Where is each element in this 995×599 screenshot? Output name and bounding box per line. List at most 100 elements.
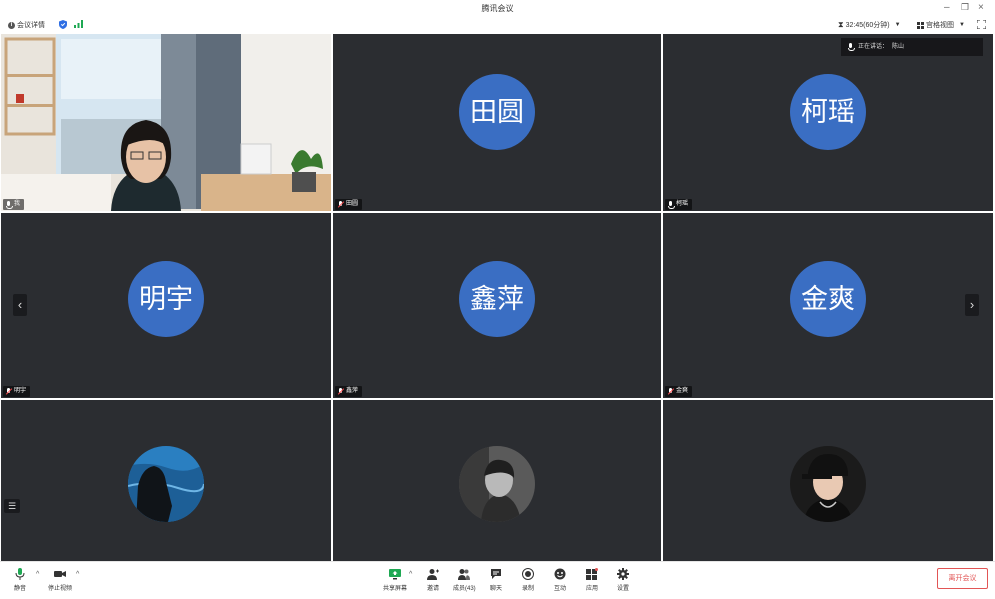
close-button[interactable]: × <box>978 2 984 13</box>
video-tile[interactable] <box>663 400 993 561</box>
meeting-info-label: 会议详情 <box>17 22 45 29</box>
record-icon <box>522 568 534 580</box>
share-screen-label: 共享屏幕 <box>383 586 408 592</box>
chevron-down-icon: ▼ <box>894 22 901 28</box>
interact-button[interactable]: 互动 <box>554 568 566 592</box>
duration-label: 32:45(60分钟) <box>845 22 890 29</box>
mic-muted-icon <box>337 387 345 396</box>
restore-button[interactable]: ❐ <box>961 2 969 13</box>
record-label: 录制 <box>522 586 535 592</box>
hourglass-icon: ⧗ <box>838 20 844 29</box>
prev-page-button[interactable]: ‹ <box>13 294 27 316</box>
video-tile[interactable] <box>1 400 331 561</box>
video-tile[interactable] <box>333 400 661 561</box>
speaking-indicator: 正在讲话： 陈山 <box>841 38 983 56</box>
minimize-button[interactable]: – <box>944 2 950 13</box>
members-button[interactable]: 成员(43) <box>453 568 476 592</box>
members-label: 成员(43) <box>453 586 476 592</box>
chevron-down-icon: ▼ <box>959 22 965 28</box>
grid-view-icon <box>917 21 924 29</box>
fullscreen-button[interactable] <box>977 20 986 29</box>
chat-label: 聊天 <box>490 586 503 592</box>
video-tile[interactable]: 明宇 明宇 <box>1 213 331 398</box>
top-toolbar: i 会议详情 ⧗ 32:45(60分钟) ▼ 宫格视图 ▼ <box>0 16 995 34</box>
fullscreen-icon <box>977 20 986 29</box>
video-tile[interactable]: 鑫萍 鑫萍 <box>333 213 661 398</box>
interact-label: 互动 <box>554 586 567 592</box>
record-button[interactable]: 录制 <box>522 568 534 592</box>
stop-video-label: 停止视频 <box>48 586 73 592</box>
mic-muted-icon <box>5 387 13 396</box>
view-label: 宫格视图 <box>926 22 954 29</box>
leave-meeting-button[interactable]: 离开会议 <box>937 568 988 589</box>
chat-button[interactable]: 聊天 <box>490 568 502 592</box>
participant-name: 金爽 <box>676 388 689 394</box>
camera-feed-image <box>1 34 331 211</box>
invite-button[interactable]: 邀请 <box>427 568 439 592</box>
add-person-icon <box>427 569 439 580</box>
mute-label: 静音 <box>14 586 27 592</box>
video-tile[interactable]: 柯瑶 柯瑶 <box>663 34 993 211</box>
microphone-icon <box>15 568 25 580</box>
shield-icon <box>59 20 67 29</box>
gear-icon <box>617 568 629 580</box>
share-screen-button[interactable]: 共享屏幕 <box>383 568 407 592</box>
next-page-button[interactable]: › <box>965 294 979 316</box>
apps-button[interactable]: 应用 <box>586 568 598 592</box>
video-tile-self[interactable]: 我 <box>1 34 331 211</box>
participant-nametag: 我 <box>3 199 25 210</box>
avatar-photo <box>790 446 866 522</box>
participant-nametag: 鑫萍 <box>335 386 363 397</box>
avatar: 柯瑶 <box>790 74 866 150</box>
apps-icon <box>586 568 598 580</box>
speaking-label: 正在讲话： <box>858 44 889 50</box>
window-title: 腾讯会议 <box>481 4 514 13</box>
meeting-info-button[interactable]: i 会议详情 <box>8 20 45 30</box>
participant-name: 鑫萍 <box>346 388 359 394</box>
participant-name: 田圆 <box>346 201 359 207</box>
mic-icon <box>667 200 675 209</box>
settings-label: 设置 <box>617 586 630 592</box>
network-button[interactable] <box>74 20 83 28</box>
participant-name: 柯瑶 <box>676 201 689 207</box>
avatar-photo <box>459 446 535 522</box>
portrait-cap-icon <box>790 446 866 522</box>
bottom-control-bar: 静音 ^ 停止视频 ^ 共享屏幕 ^ 邀请 成员(43) 聊天 录制 互动 应用… <box>0 561 995 599</box>
list-view-button[interactable]: ☰ <box>4 499 20 513</box>
mute-button[interactable]: 静音 <box>14 568 26 592</box>
participant-nametag: 柯瑶 <box>665 199 693 210</box>
settings-button[interactable]: 设置 <box>617 568 629 592</box>
stop-video-button[interactable]: 停止视频 <box>48 568 72 592</box>
caret-up-icon[interactable]: ^ <box>36 571 39 578</box>
view-dropdown[interactable]: 宫格视图 ▼ <box>917 20 965 30</box>
video-camera-icon <box>54 571 66 577</box>
mic-muted-icon <box>337 200 345 209</box>
participant-name: 我 <box>14 201 21 207</box>
participant-nametag: 金爽 <box>665 386 693 397</box>
signal-icon <box>74 20 83 28</box>
info-icon: i <box>8 21 15 29</box>
speaking-names: 陈山 <box>892 44 905 50</box>
members-icon <box>458 569 471 580</box>
caret-up-icon[interactable]: ^ <box>409 571 412 578</box>
video-grid: 我 田圆 田圆 柯瑶 柯瑶 明宇 明宇 鑫萍 鑫萍 金爽 金爽 <box>1 34 993 561</box>
avatar: 金爽 <box>790 261 866 337</box>
avatar-photo <box>128 446 204 522</box>
mic-muted-icon <box>667 387 675 396</box>
chat-icon <box>491 569 501 579</box>
avatar: 田圆 <box>459 74 535 150</box>
video-tile[interactable]: 田圆 田圆 <box>333 34 661 211</box>
caret-up-icon[interactable]: ^ <box>76 571 79 578</box>
apps-label: 应用 <box>586 586 599 592</box>
interact-icon <box>554 568 566 580</box>
grayscale-portrait-icon <box>459 446 535 522</box>
video-tile[interactable]: 金爽 金爽 <box>663 213 993 398</box>
title-bar: 腾讯会议 – ❐ × <box>0 0 995 16</box>
participant-name: 明宇 <box>14 388 27 394</box>
avatar: 鑫萍 <box>459 261 535 337</box>
duration-dropdown[interactable]: ⧗ 32:45(60分钟) ▼ <box>838 20 901 30</box>
mic-icon <box>847 43 855 51</box>
security-button[interactable] <box>59 20 67 29</box>
participant-nametag: 田圆 <box>335 199 363 210</box>
share-screen-icon <box>389 569 401 580</box>
